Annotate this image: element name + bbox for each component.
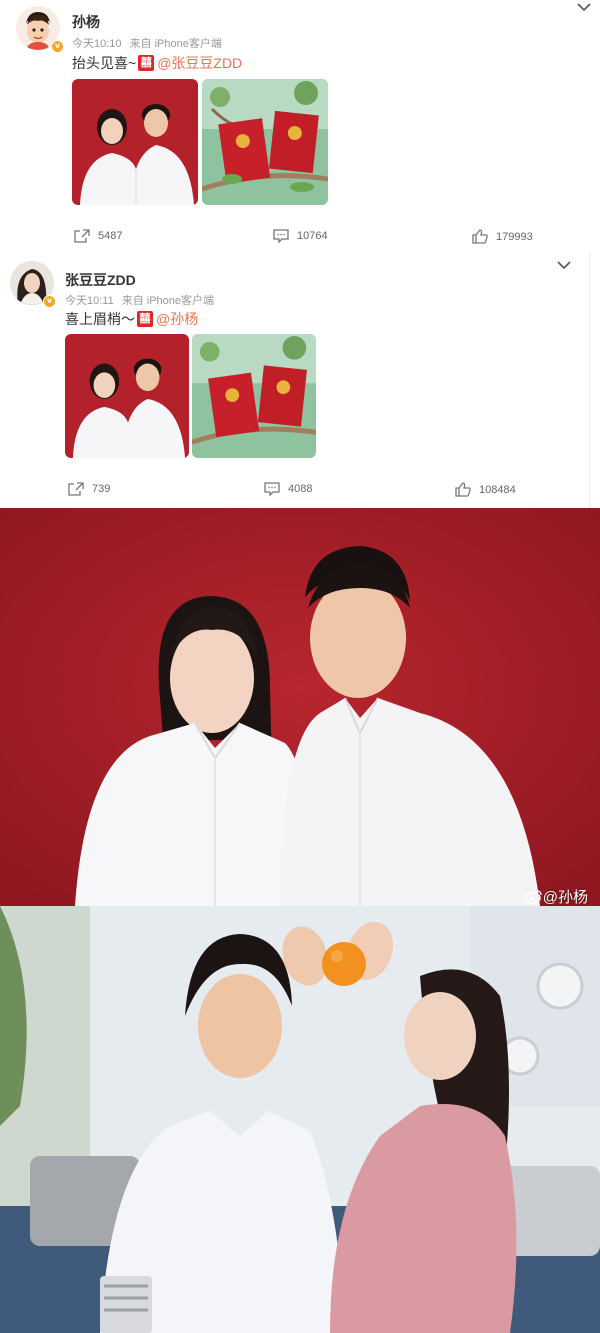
author-name[interactable]: 孙杨: [72, 12, 100, 32]
share-icon: [74, 229, 90, 243]
double-happiness-icon: 囍: [138, 55, 155, 71]
verified-badge: v: [43, 295, 56, 308]
chevron-down-icon[interactable]: [577, 2, 591, 12]
post-image-certificates[interactable]: [202, 79, 328, 205]
post-meta: 今天10:10 来自 iPhone客户端: [72, 35, 230, 51]
couple-living-room-photo: [0, 906, 600, 1333]
mention-link[interactable]: @孙杨: [156, 309, 198, 329]
repost-button[interactable]: 5487: [74, 229, 122, 243]
like-button[interactable]: 179993: [472, 229, 533, 244]
couple-portrait-photo: @孙杨: [0, 508, 600, 906]
like-button[interactable]: 108484: [455, 482, 516, 497]
repost-count: 5487: [98, 230, 123, 242]
watermark-text: @孙杨: [542, 889, 588, 906]
like-count: 108484: [479, 483, 516, 496]
comment-icon: [264, 482, 280, 496]
mention-link[interactable]: @张豆豆ZDD: [157, 53, 242, 73]
post-text: 喜上眉梢～ 囍 @孙杨: [65, 309, 198, 329]
comment-count: 10764: [297, 230, 328, 242]
post-source[interactable]: 来自 iPhone客户端: [122, 295, 214, 307]
chevron-down-icon[interactable]: [557, 260, 571, 270]
post-text: 抬头见喜~ 囍 @张豆豆ZDD: [72, 53, 242, 73]
comment-button[interactable]: 4088: [264, 482, 312, 496]
author-name[interactable]: 张豆豆ZDD: [65, 270, 136, 290]
like-icon: [455, 482, 471, 497]
like-icon: [472, 229, 488, 244]
post-meta: 今天10:11 来自 iPhone客户端: [65, 292, 222, 308]
post-text-body: 喜上眉梢～: [65, 311, 135, 327]
double-happiness-icon: 囍: [137, 311, 153, 327]
post-image-certificates[interactable]: [192, 334, 316, 458]
post-image-couple[interactable]: [65, 334, 189, 458]
post-image-couple[interactable]: [72, 79, 198, 205]
weibo-logo-icon: [525, 890, 542, 904]
comment-icon: [273, 229, 289, 243]
post-source[interactable]: 来自 iPhone客户端: [130, 38, 222, 50]
comment-count: 4088: [288, 483, 313, 495]
comment-button[interactable]: 10764: [273, 229, 328, 243]
post-text-body: 抬头见喜~: [72, 55, 137, 71]
verified-badge: v: [51, 40, 64, 53]
share-icon: [68, 482, 84, 496]
weibo-watermark: @孙杨: [525, 886, 588, 906]
weibo-post-2: v 张豆豆ZDD 今天10:11 来自 iPhone客户端 喜上眉梢～ 囍 @孙杨: [0, 252, 590, 508]
like-count: 179993: [496, 230, 533, 243]
repost-button[interactable]: 739: [68, 482, 110, 496]
post-time: 今天10:10: [72, 38, 122, 50]
repost-count: 739: [92, 483, 111, 495]
weibo-post-1: v 孙杨 今天10:10 来自 iPhone客户端 抬头见喜~ 囍 @张豆豆ZDD: [0, 0, 600, 252]
post-time: 今天10:11: [65, 295, 114, 307]
